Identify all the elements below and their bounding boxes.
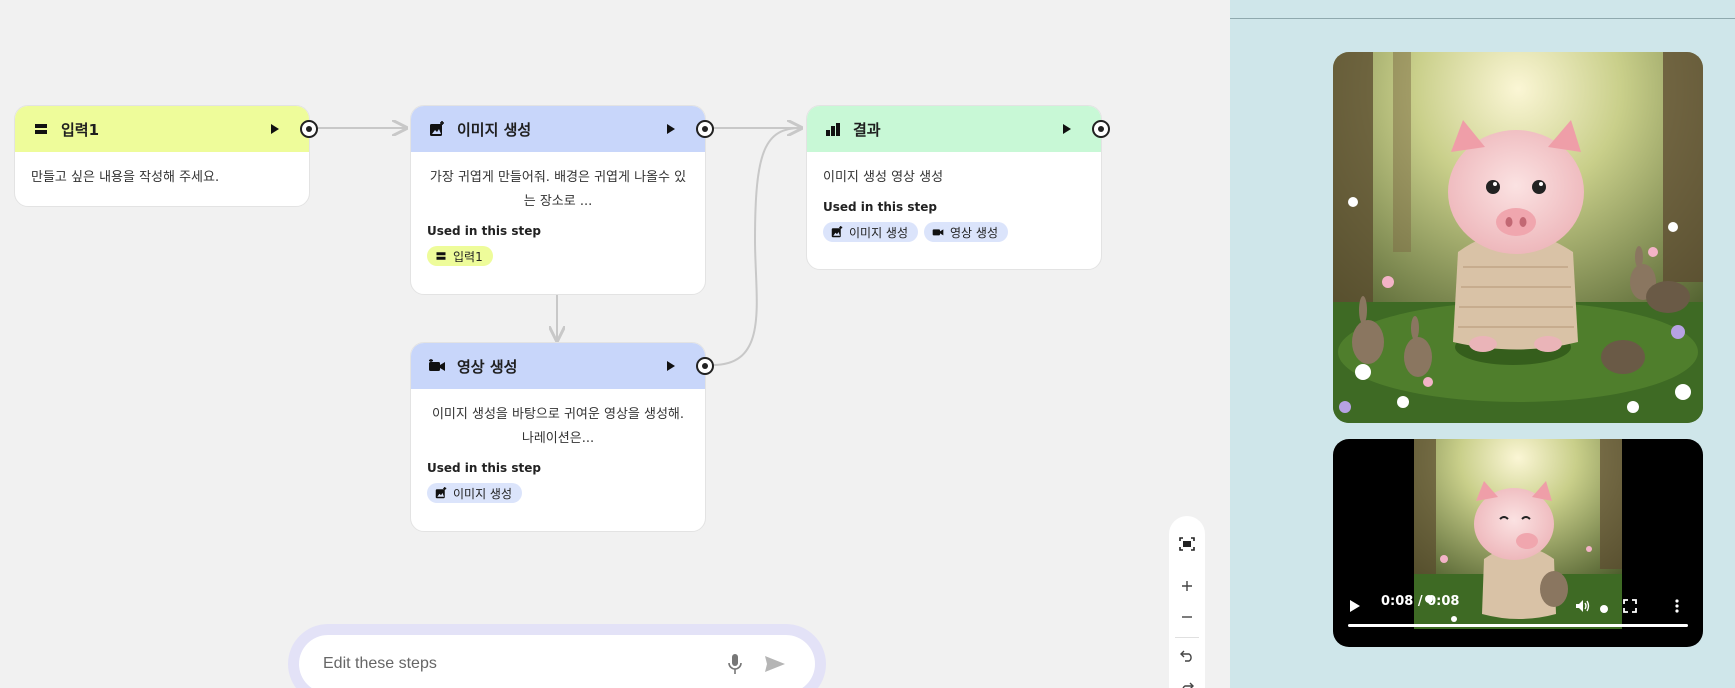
chip-label: 이미지 생성 bbox=[849, 225, 909, 240]
edit-steps-input[interactable] bbox=[323, 655, 711, 673]
panel-divider bbox=[1230, 18, 1735, 19]
chat-bar bbox=[299, 635, 815, 688]
chip-video-gen[interactable]: 영상 생성 bbox=[924, 222, 1008, 242]
node-image-gen-header[interactable]: 이미지 생성 bbox=[411, 106, 714, 152]
node-title: 입력1 bbox=[61, 120, 100, 139]
text-input-icon bbox=[31, 119, 51, 139]
node-result-header[interactable]: 결과 bbox=[807, 106, 1110, 152]
node-title: 결과 bbox=[853, 120, 881, 139]
connector-video-to-result bbox=[712, 127, 802, 366]
preview-panel: 0:08 / 0:08 bbox=[1230, 0, 1735, 688]
node-input1-header[interactable]: 입력1 bbox=[15, 106, 318, 152]
fit-view-icon[interactable] bbox=[1173, 530, 1201, 558]
canvas-controls bbox=[1169, 516, 1205, 688]
send-icon[interactable] bbox=[759, 648, 791, 680]
video-progress-bar[interactable] bbox=[1348, 624, 1688, 627]
used-in-step-label: Used in this step bbox=[427, 224, 541, 238]
play-icon[interactable] bbox=[1057, 119, 1077, 139]
fullscreen-icon[interactable] bbox=[1623, 599, 1637, 613]
generated-video-player[interactable]: 0:08 / 0:08 bbox=[1333, 439, 1703, 647]
output-port[interactable] bbox=[696, 357, 714, 375]
image-generate-icon bbox=[435, 487, 447, 499]
output-port[interactable] bbox=[1092, 120, 1110, 138]
chip-label: 입력1 bbox=[453, 249, 483, 264]
chip-input1[interactable]: 입력1 bbox=[427, 246, 493, 266]
node-video-gen-header[interactable]: 영상 생성 bbox=[411, 343, 714, 389]
more-options-icon[interactable] bbox=[1675, 599, 1679, 613]
image-generate-icon bbox=[831, 226, 843, 238]
zoom-out-icon[interactable] bbox=[1173, 604, 1201, 632]
chip-image-gen[interactable]: 이미지 생성 bbox=[823, 222, 919, 242]
text-input-icon bbox=[436, 252, 446, 260]
play-icon[interactable] bbox=[265, 119, 285, 139]
generated-image[interactable] bbox=[1333, 52, 1703, 423]
node-description: 이미지 생성을 바탕으로 귀여운 영상을 생성해. 나레이션은... bbox=[431, 407, 685, 446]
node-input1[interactable]: 입력1 만들고 싶은 내용을 작성해 주세요. bbox=[14, 105, 318, 207]
node-description: 가장 귀엽게 만들어줘. 배경은 귀엽게 나올수 있는 장소로 ... bbox=[429, 170, 687, 209]
output-port[interactable] bbox=[696, 120, 714, 138]
video-time: 0:08 / 0:08 bbox=[1381, 594, 1460, 609]
play-icon[interactable] bbox=[661, 356, 681, 376]
node-result[interactable]: 결과 이미지 생성 영상 생성 Used in this step 이미지 생성… bbox=[806, 105, 1110, 270]
node-title: 이미지 생성 bbox=[457, 120, 532, 139]
redo-icon[interactable] bbox=[1173, 674, 1201, 688]
microphone-icon[interactable] bbox=[719, 648, 751, 680]
video-generate-icon bbox=[427, 356, 447, 376]
play-icon[interactable] bbox=[661, 119, 681, 139]
chip-image-gen[interactable]: 이미지 생성 bbox=[427, 483, 523, 503]
node-video-gen[interactable]: 영상 생성 이미지 생성을 바탕으로 귀여운 영상을 생성해. 나레이션은...… bbox=[410, 342, 714, 532]
node-description: 만들고 싶은 내용을 작성해 주세요. bbox=[31, 170, 220, 185]
chart-result-icon bbox=[823, 119, 843, 139]
output-port[interactable] bbox=[300, 120, 318, 138]
zoom-in-icon[interactable] bbox=[1173, 572, 1201, 600]
node-title: 영상 생성 bbox=[457, 357, 518, 376]
undo-icon[interactable] bbox=[1173, 642, 1201, 670]
node-image-gen[interactable]: 이미지 생성 가장 귀엽게 만들어줘. 배경은 귀엽게 나올수 있는 장소로 .… bbox=[410, 105, 714, 295]
volume-icon[interactable] bbox=[1575, 599, 1591, 613]
used-in-step-label: Used in this step bbox=[823, 200, 937, 214]
chip-label: 이미지 생성 bbox=[453, 486, 513, 501]
video-generate-icon bbox=[932, 229, 944, 236]
used-in-step-label: Used in this step bbox=[427, 461, 541, 475]
video-play-icon[interactable] bbox=[1349, 599, 1361, 613]
workflow-canvas[interactable]: 입력1 만들고 싶은 내용을 작성해 주세요. 이미지 생성 가장 귀엽게 만들… bbox=[0, 0, 1230, 688]
image-generate-icon bbox=[427, 119, 447, 139]
divider bbox=[1175, 637, 1199, 639]
chip-label: 영상 생성 bbox=[950, 225, 998, 240]
node-description: 이미지 생성 영상 생성 bbox=[823, 170, 944, 185]
